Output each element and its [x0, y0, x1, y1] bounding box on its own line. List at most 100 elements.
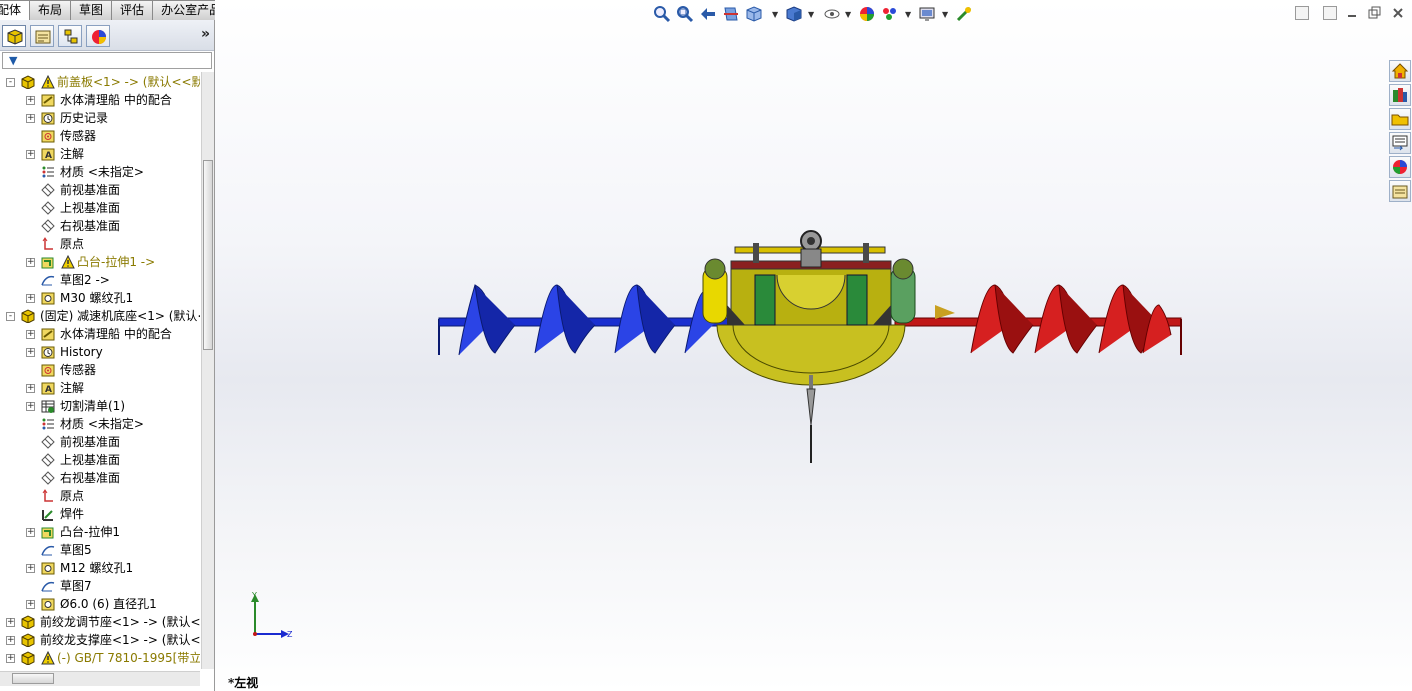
tree-item-label: 右视基准面 — [60, 219, 121, 233]
expand-panel-button[interactable]: » — [201, 26, 210, 42]
tree-item-label: 前视基准面 — [60, 183, 121, 197]
file-explorer-icon — [1391, 114, 1409, 126]
tree-item-label: 草图7 — [60, 579, 92, 593]
expand-toggle[interactable]: + — [26, 114, 35, 123]
extrude-icon — [41, 527, 54, 539]
tree-item-label: 传感器 — [60, 363, 97, 377]
ribbon-tab[interactable]: 布局 — [30, 0, 72, 21]
horizontal-scrollbar[interactable] — [0, 671, 200, 686]
annotation-icon: A — [41, 148, 55, 161]
file-explorer-tab[interactable] — [1389, 108, 1411, 130]
expand-toggle[interactable]: + — [26, 96, 35, 105]
part-icon — [21, 651, 35, 665]
part-icon — [21, 309, 35, 323]
view-orientation-icon[interactable] — [744, 4, 764, 24]
expand-toggle[interactable]: + — [26, 564, 35, 573]
appearances-tab[interactable] — [1389, 156, 1411, 178]
ribbon-tab[interactable]: 草图 — [71, 0, 113, 21]
warning-icon — [41, 75, 55, 89]
ribbon-tab[interactable]: 配体 — [0, 0, 31, 21]
display-manager-tab[interactable] — [86, 25, 110, 47]
warning-icon — [61, 255, 75, 269]
measure-icon[interactable] — [954, 4, 974, 24]
ribbon-tab[interactable]: 评估 — [112, 0, 154, 21]
minimize-icon[interactable] — [1345, 6, 1359, 20]
expand-toggle[interactable]: + — [26, 258, 35, 267]
tree-item-label: 注解 — [60, 147, 85, 161]
tree-item-label: History — [60, 345, 103, 359]
feature-filter[interactable]: ▼ — [2, 52, 212, 69]
coordinate-triad: Y Z — [251, 591, 293, 639]
previous-view-icon[interactable] — [698, 4, 718, 24]
part-icon — [21, 615, 35, 629]
central-body — [702, 230, 916, 463]
tree-item-label: M30 螺纹孔1 — [60, 291, 134, 305]
property-manager-tab[interactable] — [30, 25, 54, 47]
design-library-tab[interactable] — [1389, 84, 1411, 106]
close-icon[interactable] — [1391, 6, 1405, 20]
hide-show-icon[interactable] — [822, 4, 842, 24]
tree-item-label: 上视基准面 — [60, 453, 121, 467]
origin-icon — [42, 237, 53, 250]
expand-toggle[interactable]: + — [26, 294, 35, 303]
tree-item-label: 草图2 -> — [60, 273, 110, 287]
tile-vertical-button[interactable] — [1323, 6, 1337, 20]
graphics-area[interactable]: ▼ ▼ ▼ ▼ ▼ Y Z — [215, 0, 1412, 691]
expand-toggle[interactable]: + — [26, 384, 35, 393]
expand-toggle[interactable]: + — [26, 600, 35, 609]
solidworks-resources-tab[interactable] — [1389, 60, 1411, 82]
sketch-icon — [41, 275, 55, 286]
custom-properties-tab[interactable] — [1389, 180, 1411, 202]
tree-item-label: Ø6.0 (6) 直径孔1 — [60, 597, 157, 611]
filter-icon[interactable]: ▼ — [9, 54, 17, 67]
expand-toggle[interactable]: + — [26, 402, 35, 411]
feature-manager-panel: » ▼ - 前盖板<1> -> (默认<<默 + 水体清理船 中的配合 + 历史记录 传感器… — [0, 20, 215, 691]
hole-icon — [41, 598, 55, 611]
expand-toggle[interactable]: + — [26, 330, 35, 339]
scrollbar-thumb[interactable] — [203, 160, 213, 350]
feature-manager-tab[interactable] — [2, 25, 26, 47]
zoom-to-fit-icon[interactable] — [652, 4, 672, 24]
collapse-toggle[interactable]: - — [6, 78, 15, 87]
vertical-scrollbar[interactable] — [201, 72, 214, 669]
expand-toggle[interactable]: + — [6, 654, 15, 663]
collapse-toggle[interactable]: - — [6, 312, 15, 321]
extrude-icon — [41, 257, 54, 269]
edit-appearance-icon[interactable] — [857, 4, 877, 24]
restore-icon[interactable] — [1367, 6, 1381, 20]
tile-horizontal-button[interactable] — [1295, 6, 1309, 20]
tree-item-label: 右视基准面 — [60, 471, 121, 485]
expand-toggle[interactable]: + — [6, 636, 15, 645]
tree-item-label: 传感器 — [60, 129, 97, 143]
expand-toggle[interactable]: + — [6, 618, 15, 627]
section-view-icon[interactable] — [721, 4, 741, 24]
view-settings-icon[interactable] — [917, 4, 937, 24]
triad-z-label: Z — [287, 630, 293, 639]
tree-item-label: 前绞龙支撑座<1> -> (默认< — [40, 633, 200, 647]
tree-item-label: 凸台-拉伸1 — [60, 525, 120, 539]
view-palette-icon — [1392, 135, 1408, 151]
model-3d-view[interactable] — [435, 225, 1195, 475]
apply-scene-icon[interactable] — [880, 4, 900, 24]
expand-toggle[interactable]: + — [26, 150, 35, 159]
panel-tab-bar: » — [0, 20, 214, 51]
mates-icon — [41, 328, 55, 341]
view-palette-tab[interactable] — [1389, 132, 1411, 154]
tree-item-label: 注解 — [60, 381, 85, 395]
configuration-manager-tab[interactable] — [58, 25, 82, 47]
weldment-icon — [42, 510, 53, 521]
display-style-icon[interactable] — [784, 4, 804, 24]
tree-item-label: (-) GB/T 7810-1995[带立 — [57, 651, 200, 665]
scrollbar-thumb[interactable] — [12, 673, 54, 684]
history-icon — [41, 112, 55, 125]
expand-toggle[interactable]: + — [26, 528, 35, 537]
zoom-to-area-icon[interactable] — [675, 4, 695, 24]
part-icon — [21, 75, 35, 89]
tree-item-label: 前绞龙调节座<1> -> (默认< — [40, 615, 200, 629]
design-library-icon — [1393, 88, 1407, 102]
annotation-icon: A — [41, 382, 55, 395]
plane-icon — [41, 435, 55, 449]
sensor-icon — [41, 364, 55, 377]
task-pane-tabs — [1389, 60, 1412, 204]
expand-toggle[interactable]: + — [26, 348, 35, 357]
